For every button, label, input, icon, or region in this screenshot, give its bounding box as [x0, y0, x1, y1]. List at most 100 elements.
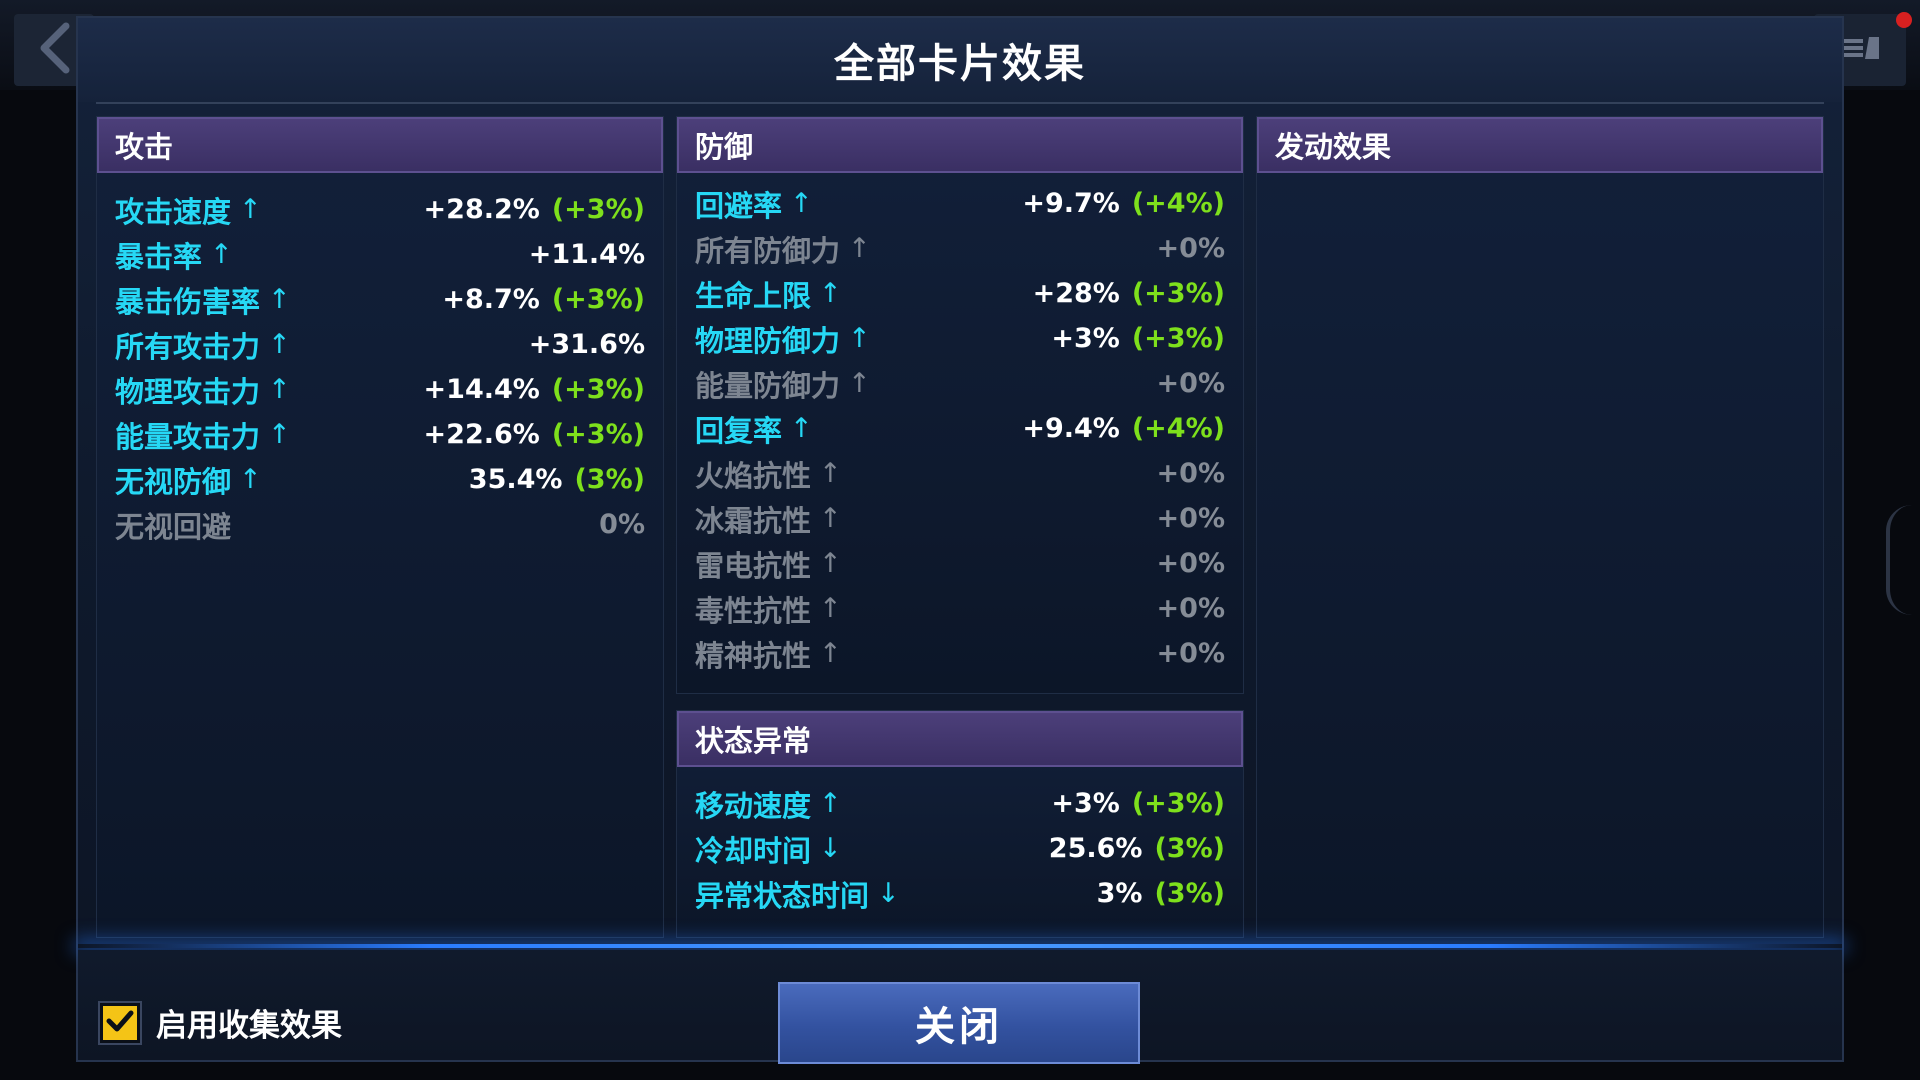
stat-value: 25.6% (3%): [1049, 833, 1225, 864]
stat-name: 攻击速度: [115, 194, 232, 229]
down-arrow-icon: ↓: [877, 878, 900, 909]
stat-value: +28.2% (+3%): [424, 194, 645, 225]
stat-value-main: +0%: [1156, 503, 1225, 534]
stat-name: 回避率: [695, 188, 783, 223]
stat-name: 所有攻击力: [115, 329, 261, 364]
stat-label: 精神抗性 ↑: [695, 633, 842, 675]
stat-value-bonus: (+4%): [1131, 413, 1225, 444]
stat-name: 冷却时间: [695, 833, 812, 868]
up-arrow-icon: ↑: [268, 374, 291, 405]
stat-value-main: +11.4%: [528, 239, 645, 270]
stat-value: +0%: [1157, 548, 1225, 579]
card-effects-dialog: 全部卡片效果 攻击 攻击速度 ↑ +28.2% (+3%) 暴击率 ↑ +11.4% 暴击伤害…: [76, 16, 1844, 1064]
stat-value-bonus: (+4%): [1131, 188, 1225, 219]
stat-value: +0%: [1157, 368, 1225, 399]
stat-value-main: 25.6%: [1048, 833, 1143, 864]
up-arrow-icon: ↑: [848, 323, 871, 354]
stat-row: 暴击伤害率 ↑ +8.7% (+3%): [115, 277, 645, 322]
stat-name: 暴击伤害率: [115, 284, 261, 319]
stat-label: 能量防御力 ↑: [695, 363, 871, 405]
stat-label: 无视防御 ↑: [115, 459, 262, 501]
stat-label: 毒性抗性 ↑: [695, 588, 842, 630]
close-button[interactable]: 关闭: [778, 982, 1140, 1064]
stat-row: 回复率 ↑ +9.4% (+4%): [695, 406, 1225, 451]
stat-value: +0%: [1157, 638, 1225, 669]
up-arrow-icon: ↑: [790, 188, 813, 219]
stat-value-main: +14.4%: [423, 374, 540, 405]
stat-value-main: +9.7%: [1022, 188, 1120, 219]
checkmark-icon: [106, 1009, 134, 1037]
stat-label: 冰霜抗性 ↑: [695, 498, 842, 540]
stat-name: 异常状态时间: [695, 878, 870, 913]
collection-effect-toggle[interactable]: 启用收集效果: [98, 1000, 342, 1045]
stat-row: 异常状态时间 ↓ 3% (3%): [695, 871, 1225, 916]
stat-value-bonus: (3%): [574, 464, 645, 495]
stat-value-main: +22.6%: [423, 419, 540, 450]
stat-value-main: +0%: [1156, 593, 1225, 624]
stat-row: 毒性抗性 ↑ +0%: [695, 586, 1225, 631]
dialog-footer: 启用收集效果 关闭: [78, 950, 1842, 1064]
side-handle[interactable]: [1886, 505, 1912, 615]
defense-panel: 防御 回避率 ↑ +9.7% (+4%) 所有防御力 ↑ +0% 生命上限 ↑ +28% (+3%)…: [676, 116, 1244, 694]
up-arrow-icon: ↑: [210, 239, 233, 270]
stat-row: 能量防御力 ↑ +0%: [695, 361, 1225, 406]
stat-name: 生命上限: [695, 278, 812, 313]
stat-name: 所有防御力: [695, 233, 841, 268]
stat-label: 生命上限 ↑: [695, 273, 842, 315]
attack-panel: 攻击 攻击速度 ↑ +28.2% (+3%) 暴击率 ↑ +11.4% 暴击伤害率 ↑ +8.7%…: [96, 116, 664, 938]
stat-value-bonus: (+3%): [551, 419, 645, 450]
defense-panel-header: 防御: [677, 117, 1243, 173]
stat-name: 无视防御: [115, 464, 232, 499]
up-arrow-icon: ↑: [268, 419, 291, 450]
stat-label: 暴击伤害率 ↑: [115, 279, 291, 321]
up-arrow-icon: ↑: [239, 194, 262, 225]
stat-value-bonus: (+3%): [551, 374, 645, 405]
stat-value: 35.4% (3%): [469, 464, 645, 495]
stat-label: 暴击率 ↑: [115, 234, 233, 276]
collection-effect-checkbox[interactable]: [98, 1000, 142, 1045]
status-panel-header: 状态异常: [677, 711, 1243, 767]
up-arrow-icon: ↑: [848, 233, 871, 264]
stat-row: 回避率 ↑ +9.7% (+4%): [695, 181, 1225, 226]
stat-value: +31.6%: [529, 329, 645, 360]
stat-row: 冷却时间 ↓ 25.6% (3%): [695, 826, 1225, 871]
stat-value: +0%: [1157, 233, 1225, 264]
stat-value-bonus: (+3%): [551, 284, 645, 315]
stat-label: 移动速度 ↑: [695, 783, 842, 825]
stat-value-bonus: (+3%): [551, 194, 645, 225]
stat-value-bonus: (3%): [1154, 878, 1225, 909]
attack-panel-header: 攻击: [97, 117, 663, 173]
stat-value-main: 35.4%: [468, 464, 563, 495]
stat-value-bonus: (+3%): [1131, 278, 1225, 309]
stat-value: +0%: [1157, 503, 1225, 534]
up-arrow-icon: ↑: [819, 638, 842, 669]
attack-stat-list: 攻击速度 ↑ +28.2% (+3%) 暴击率 ↑ +11.4% 暴击伤害率 ↑ +8.7% (+3…: [97, 173, 663, 547]
stat-row: 冰霜抗性 ↑ +0%: [695, 496, 1225, 541]
stat-name: 火焰抗性: [695, 458, 812, 493]
stat-value-bonus: (3%): [1154, 833, 1225, 864]
up-arrow-icon: ↑: [239, 464, 262, 495]
stat-name: 物理防御力: [695, 323, 841, 358]
stat-value-main: +31.6%: [528, 329, 645, 360]
stat-label: 物理攻击力 ↑: [115, 369, 291, 411]
back-arrow-icon: [34, 22, 74, 78]
stat-label: 异常状态时间 ↓: [695, 873, 900, 915]
stat-label: 所有攻击力 ↑: [115, 324, 291, 366]
stat-value-main: +0%: [1156, 638, 1225, 669]
stat-value-main: +3%: [1051, 788, 1120, 819]
stat-row: 无视防御 ↑ 35.4% (3%): [115, 457, 645, 502]
stat-value: +9.4% (+4%): [1022, 413, 1225, 444]
stat-label: 回复率 ↑: [695, 408, 813, 450]
stat-value-bonus: (+3%): [1131, 323, 1225, 354]
stat-row: 暴击率 ↑ +11.4%: [115, 232, 645, 277]
stat-value-bonus: (+3%): [1131, 788, 1225, 819]
defense-stat-list: 回避率 ↑ +9.7% (+4%) 所有防御力 ↑ +0% 生命上限 ↑ +28% (+3%) 物理防…: [677, 173, 1243, 676]
stat-name: 冰霜抗性: [695, 503, 812, 538]
title-divider: [96, 102, 1824, 104]
stat-label: 火焰抗性 ↑: [695, 453, 842, 495]
stat-name: 精神抗性: [695, 638, 812, 673]
stat-row: 物理攻击力 ↑ +14.4% (+3%): [115, 367, 645, 412]
stat-name: 毒性抗性: [695, 593, 812, 628]
stat-value-main: +8.7%: [442, 284, 540, 315]
stat-label: 冷却时间 ↓: [695, 828, 842, 870]
